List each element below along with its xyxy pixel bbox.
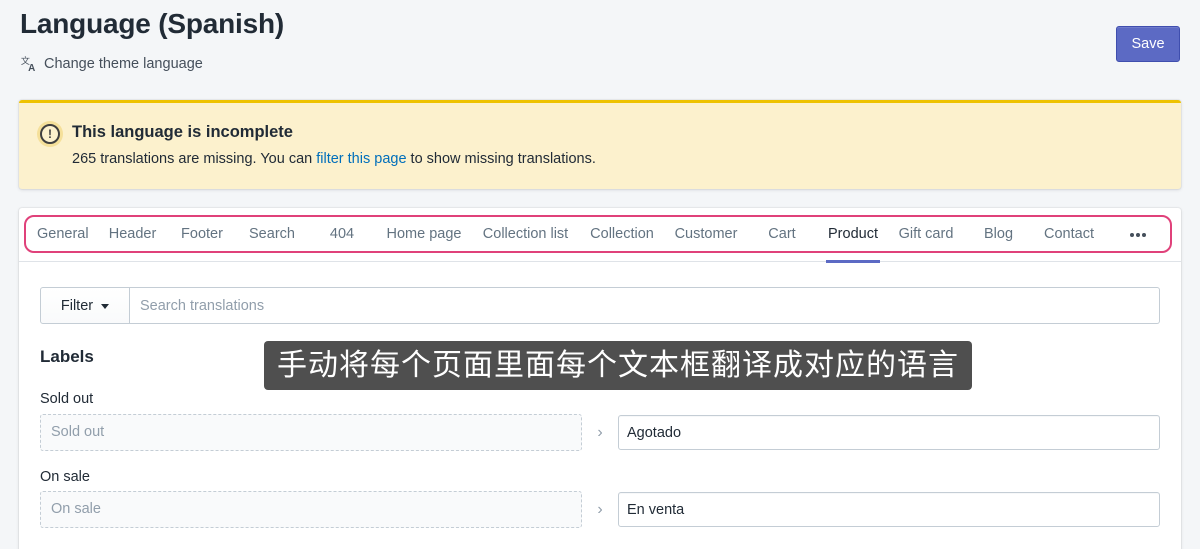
change-theme-language-label: Change theme language	[44, 56, 203, 72]
tab-404[interactable]: 404	[326, 208, 358, 262]
field-label-sold-out: Sold out	[40, 391, 94, 407]
filter-this-page-link[interactable]: filter this page	[316, 151, 406, 167]
search-translations-input[interactable]	[130, 287, 1160, 324]
tab-header[interactable]: Header	[107, 208, 158, 262]
tab-contact[interactable]: Contact	[1041, 208, 1097, 262]
source-text-sold-out: Sold out	[40, 414, 582, 451]
tab-collection-list[interactable]: Collection list	[480, 208, 571, 262]
save-button[interactable]: Save	[1116, 26, 1180, 62]
translation-input-sold-out[interactable]	[618, 415, 1160, 450]
incomplete-language-banner: ! This language is incomplete 265 transl…	[19, 100, 1181, 189]
tab-collection[interactable]: Collection	[588, 208, 656, 262]
translation-input-on-sale[interactable]	[618, 492, 1160, 527]
tab-footer[interactable]: Footer	[179, 208, 225, 262]
tab-blog[interactable]: Blog	[982, 208, 1015, 262]
field-label-on-sale: On sale	[40, 469, 90, 485]
tab-general[interactable]: General	[37, 208, 89, 262]
video-caption: 手动将每个页面里面每个文本框翻译成对应的语言	[264, 341, 972, 390]
tab-home-page[interactable]: Home page	[385, 208, 463, 262]
tab-cart[interactable]: Cart	[766, 208, 798, 262]
more-tabs-icon[interactable]	[1126, 225, 1150, 245]
change-theme-language-link[interactable]: 文 A Change theme language	[20, 55, 203, 73]
chevron-right-icon: ›	[597, 501, 603, 518]
filter-button[interactable]: Filter	[40, 287, 130, 324]
chevron-right-icon: ›	[597, 424, 603, 441]
banner-title: This language is incomplete	[72, 123, 293, 141]
banner-text: 265 translations are missing. You can fi…	[72, 151, 596, 167]
source-text-on-sale: On sale	[40, 491, 582, 528]
filter-search-bar: Filter	[40, 287, 1160, 324]
tab-customer[interactable]: Customer	[673, 208, 739, 262]
translate-icon: 文 A	[21, 55, 35, 73]
page-title: Language (Spanish)	[20, 8, 284, 39]
tab-product[interactable]: Product	[826, 208, 880, 263]
svg-text:A: A	[28, 63, 35, 73]
tab-bar: General Header Footer Search 404 Home pa…	[19, 208, 1181, 263]
tab-gift-card[interactable]: Gift card	[896, 208, 956, 262]
tab-search[interactable]: Search	[247, 208, 297, 262]
warning-icon: !	[37, 121, 63, 147]
labels-section-title: Labels	[40, 347, 94, 366]
caret-down-icon	[101, 304, 110, 309]
